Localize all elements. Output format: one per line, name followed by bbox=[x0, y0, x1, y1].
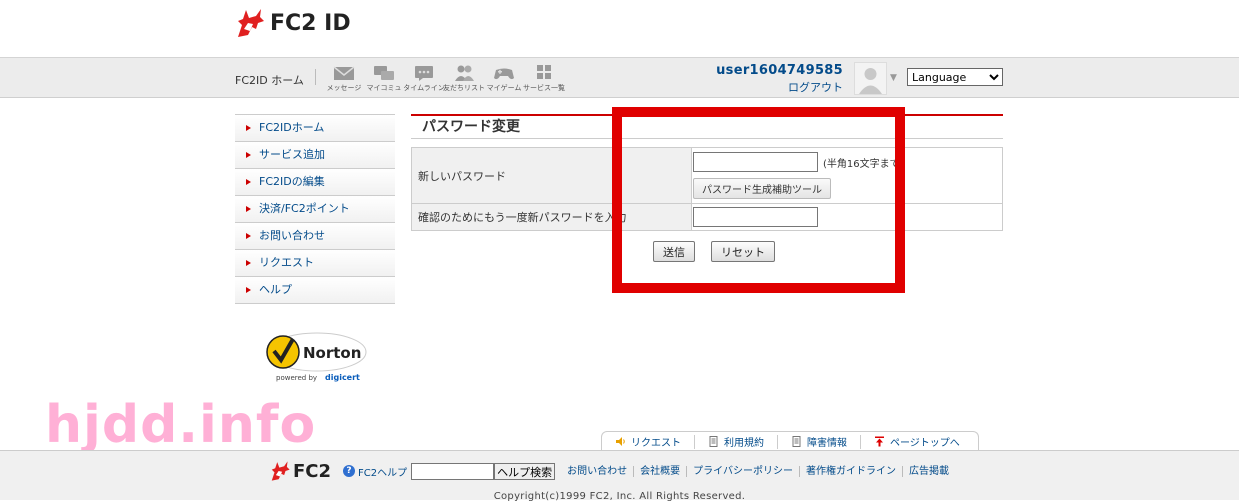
footer-link-privacy[interactable]: プライバシーポリシー bbox=[687, 465, 800, 477]
sidebar-menu: FC2IDホーム サービス追加 FC2IDの編集 決済/FC2ポイント お問い合… bbox=[235, 114, 395, 304]
nav-timeline[interactable]: タイムライン bbox=[403, 64, 445, 93]
nav-message[interactable]: メッセージ bbox=[325, 64, 363, 93]
norton-badge[interactable]: Norton powered by digicert bbox=[262, 325, 372, 385]
speaker-icon bbox=[616, 437, 625, 446]
nav-services[interactable]: サービス一覧 bbox=[523, 64, 565, 93]
nav-divider bbox=[315, 69, 316, 85]
confirm-password-input[interactable] bbox=[693, 207, 818, 227]
reset-button[interactable]: リセット bbox=[711, 241, 775, 262]
sidebar-item-edit-fc2id[interactable]: FC2IDの編集 bbox=[235, 169, 395, 196]
nav-icon-label: 友だちリスト bbox=[443, 84, 485, 92]
footer-tab-page-top[interactable]: ページトップへ bbox=[861, 435, 973, 449]
chat-icon bbox=[374, 66, 394, 80]
footer-tab-label: ページトップへ bbox=[890, 438, 960, 449]
footer-tab-label: リクエスト bbox=[631, 438, 681, 449]
footer-help-link[interactable]: FC2ヘルプ bbox=[358, 464, 407, 479]
nav-mycommu[interactable]: マイコミュ bbox=[365, 64, 403, 93]
timeline-icon bbox=[415, 66, 433, 81]
nav-icon-group: メッセージ マイコミュ タイムライン 友だちリスト マイゲーム サービス一覧 bbox=[325, 64, 565, 93]
logout-link[interactable]: ログアウト bbox=[700, 79, 843, 95]
friends-icon bbox=[455, 65, 474, 81]
gamepad-icon bbox=[494, 68, 514, 80]
table-row: 新しいパスワード (半角16文字まで) パスワード生成補助ツール bbox=[411, 147, 1003, 204]
footer-link-advertising[interactable]: 広告掲載 bbox=[903, 466, 955, 477]
sidebar-item-help[interactable]: ヘルプ bbox=[235, 277, 395, 304]
nav-icon-label: タイムライン bbox=[403, 84, 445, 92]
help-icon: ? bbox=[343, 465, 356, 477]
password-change-panel: パスワード変更 新しいパスワード (半角16文字まで) パスワード生成補助ツール… bbox=[411, 114, 1003, 262]
submit-button[interactable]: 送信 bbox=[653, 241, 695, 262]
watermark-text: hjdd.info bbox=[45, 395, 317, 455]
norton-seal-icon: Norton powered by digicert bbox=[266, 332, 367, 382]
help-search-input[interactable] bbox=[411, 462, 495, 480]
table-row: 確認のためにもう一度新パスワードを入力 bbox=[411, 203, 1003, 231]
page-title: パスワード変更 bbox=[411, 114, 1003, 139]
norton-powered-text: powered by bbox=[276, 374, 317, 382]
confirm-password-cell bbox=[691, 203, 1003, 231]
footer-tab-label: 障害情報 bbox=[807, 438, 847, 449]
sidebar-item-payment[interactable]: 決済/FC2ポイント bbox=[235, 196, 395, 223]
footer-tab-terms[interactable]: 利用規約 bbox=[695, 434, 778, 449]
footer-brand: FC2 bbox=[293, 460, 332, 482]
footer-fc2-logo[interactable]: FC2 bbox=[269, 460, 331, 482]
nav-icon-label: マイコミュ bbox=[366, 84, 402, 92]
envelope-icon bbox=[333, 66, 355, 80]
nav-friends[interactable]: 友だちリスト bbox=[443, 64, 485, 93]
sidebar-item-add-service[interactable]: サービス追加 bbox=[235, 142, 395, 169]
new-password-row: (半角16文字まで) bbox=[693, 152, 1002, 172]
footer-link-company[interactable]: 会社概要 bbox=[634, 465, 688, 477]
footer: FC2 ? FC2ヘルプ ヘルプ検索 お問い合わせ 会社概要 プライバシーポリシ… bbox=[0, 450, 1239, 502]
caret-down-icon[interactable]: ▼ bbox=[890, 73, 897, 83]
language-select[interactable]: Language bbox=[907, 68, 1003, 86]
fc2-id-logo[interactable]: FC2 ID bbox=[234, 7, 351, 39]
new-password-hint: (半角16文字まで) bbox=[823, 158, 904, 170]
new-password-input[interactable] bbox=[693, 152, 818, 172]
help-search-button[interactable]: ヘルプ検索 bbox=[494, 462, 556, 480]
user-block: user1604749585 ログアウト bbox=[700, 63, 843, 95]
footer-tab-request[interactable]: リクエスト bbox=[602, 434, 695, 449]
password-generator-button[interactable]: パスワード生成補助ツール bbox=[693, 178, 831, 199]
footer-tabs: リクエスト 利用規約 障害情報 ページトップへ bbox=[601, 431, 979, 451]
nav-icon-label: メッセージ bbox=[326, 84, 362, 92]
user-silhouette-icon bbox=[855, 63, 886, 94]
new-password-cell: (半角16文字まで) パスワード生成補助ツール bbox=[691, 147, 1003, 204]
password-form-table: 新しいパスワード (半角16文字まで) パスワード生成補助ツール 確認のためにも… bbox=[411, 147, 1003, 231]
digicert-wordmark: digicert bbox=[325, 373, 360, 382]
nav-icon-label: サービス一覧 bbox=[523, 84, 565, 92]
nav-home-link[interactable]: FC2ID ホーム bbox=[235, 72, 304, 88]
logo-bar: FC2 ID bbox=[0, 0, 1239, 57]
unicorn-logo-icon bbox=[238, 9, 264, 37]
confirm-password-label: 確認のためにもう一度新パスワードを入力 bbox=[411, 203, 692, 231]
sidebar-item-contact[interactable]: お問い合わせ bbox=[235, 223, 395, 250]
document-icon bbox=[709, 436, 718, 447]
brand-name: FC2 ID bbox=[270, 10, 351, 36]
nav-mygame[interactable]: マイゲーム bbox=[485, 64, 523, 93]
footer-tab-label: 利用規約 bbox=[724, 438, 764, 449]
footer-link-contact[interactable]: お問い合わせ bbox=[567, 465, 635, 477]
username-link[interactable]: user1604749585 bbox=[700, 63, 843, 78]
footer-tab-outage[interactable]: 障害情報 bbox=[778, 434, 861, 449]
avatar[interactable] bbox=[854, 62, 887, 95]
new-password-label: 新しいパスワード bbox=[411, 147, 692, 204]
footer-row: FC2 ? FC2ヘルプ ヘルプ検索 お問い合わせ 会社概要 プライバシーポリシ… bbox=[269, 460, 955, 482]
document-icon bbox=[792, 436, 801, 447]
copyright-text: Copyright(c)1999 FC2, Inc. All Rights Re… bbox=[493, 491, 746, 502]
nav-bar: FC2ID ホーム メッセージ マイコミュ タイムライン 友だちリスト マイゲー… bbox=[0, 57, 1239, 98]
footer-link-copyright-guideline[interactable]: 著作権ガイドライン bbox=[800, 465, 903, 477]
unicorn-logo-icon bbox=[271, 461, 290, 481]
grid-icon bbox=[537, 65, 551, 79]
arrow-up-icon bbox=[875, 436, 884, 447]
norton-wordmark: Norton bbox=[303, 344, 361, 362]
sidebar-item-request[interactable]: リクエスト bbox=[235, 250, 395, 277]
sidebar-item-fc2id-home[interactable]: FC2IDホーム bbox=[235, 115, 395, 142]
nav-icon-label: マイゲーム bbox=[486, 84, 522, 92]
